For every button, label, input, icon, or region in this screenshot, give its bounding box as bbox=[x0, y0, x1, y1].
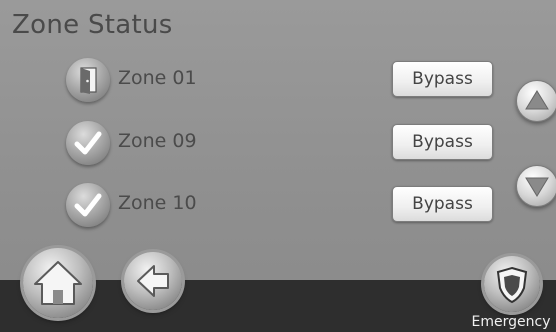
zone-row: Zone 01 Bypass bbox=[0, 58, 556, 104]
zone-status-screen: Zone Status Zone 01 Bypass Zone 09 Bypas… bbox=[0, 0, 556, 332]
check-icon bbox=[66, 183, 110, 227]
zone-label: Zone 09 bbox=[118, 130, 197, 152]
scroll-up-button[interactable] bbox=[516, 80, 556, 122]
arrow-left-icon bbox=[137, 265, 169, 297]
check-icon bbox=[66, 121, 110, 165]
triangle-up-icon bbox=[525, 90, 549, 110]
zone-row: Zone 09 Bypass bbox=[0, 121, 556, 167]
shield-icon bbox=[496, 266, 528, 304]
home-button[interactable] bbox=[23, 248, 93, 318]
bypass-button[interactable]: Bypass bbox=[392, 124, 493, 160]
emergency-button[interactable] bbox=[484, 256, 540, 312]
scroll-down-button[interactable] bbox=[516, 165, 556, 207]
page-title: Zone Status bbox=[12, 10, 173, 40]
bypass-button[interactable]: Bypass bbox=[392, 61, 493, 97]
zone-row: Zone 10 Bypass bbox=[0, 183, 556, 229]
zone-label: Zone 01 bbox=[118, 67, 197, 89]
back-button[interactable] bbox=[124, 252, 182, 310]
emergency-label: Emergency bbox=[471, 314, 551, 330]
triangle-down-icon bbox=[525, 177, 549, 197]
zone-label: Zone 10 bbox=[118, 192, 197, 214]
bypass-button[interactable]: Bypass bbox=[392, 186, 493, 222]
door-open-icon bbox=[66, 58, 110, 102]
home-icon bbox=[34, 261, 82, 305]
